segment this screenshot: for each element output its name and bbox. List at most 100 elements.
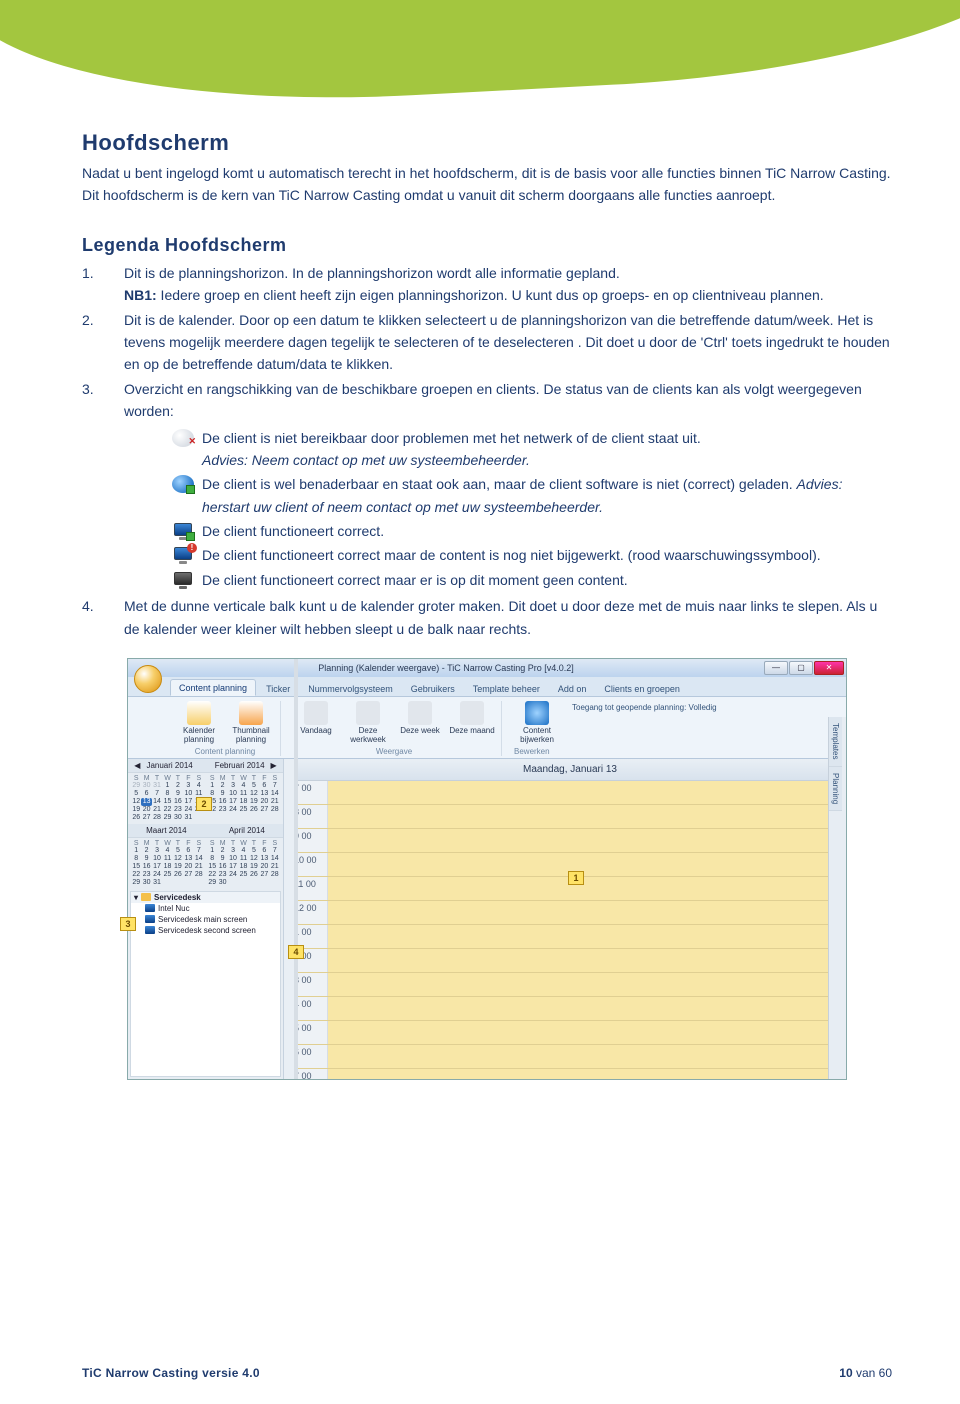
cal-month-label: Februari 2014 [215, 761, 265, 770]
app-screenshot: Planning (Kalender weergave) - TiC Narro… [127, 658, 847, 1080]
legend-item-1: 1. Dit is de planningshorizon. In de pla… [82, 262, 892, 307]
ribbon-group-label: Weergave [376, 747, 412, 756]
legend-text: Dit is de planningshorizon. In de planni… [124, 265, 620, 281]
monitor-icon [145, 904, 155, 912]
app-title: Planning (Kalender weergave) - TiC Narro… [128, 663, 764, 673]
ribbon-btn-thumbnail[interactable]: Thumbnail planning [228, 701, 274, 745]
legend-item-3: 3. Overzicht en rangschikking van de bes… [82, 378, 892, 594]
status-text: De client functioneert correct maar er i… [202, 572, 628, 588]
day-grid[interactable]: 7 008 009 0010 0011 0012 001 002 003 004… [294, 781, 846, 1079]
mini-calendar-mar[interactable]: SMTWTFS 12345678910111213141516171819202… [131, 840, 204, 887]
status-advice: Advies: Neem contact op met uw systeembe… [202, 452, 530, 468]
heading-legend: Legenda Hoofdscherm [82, 235, 892, 256]
monitor-icon [145, 915, 155, 923]
calendar-icon [187, 701, 211, 725]
status-text: De client functioneert correct maar de c… [202, 547, 821, 563]
tree-item[interactable]: Intel Nuc [131, 903, 280, 914]
mini-calendar-feb[interactable]: SMTWTFS 12345678910111213141516171819202… [207, 775, 280, 822]
window-minimize-button[interactable]: — [764, 661, 788, 675]
status-row: De client functioneert correct maar de c… [172, 544, 892, 566]
ribbon-tab-ticker[interactable]: Ticker [258, 681, 298, 696]
monitor-ok-icon [172, 522, 194, 540]
callout-badge-2: 2 [196, 797, 212, 811]
legend-text: Dit is de kalender. Door op een datum te… [124, 312, 890, 373]
legend-text: Met de dunne verticale balk kunt u de ka… [124, 598, 877, 636]
mini-calendar-jan[interactable]: SMTWTFS 29303112345678910111213141516171… [131, 775, 204, 822]
mini-calendar-apr[interactable]: SMTWTFS 12345678910111213141516171819202… [207, 840, 280, 887]
month-icon [460, 701, 484, 725]
globe-online-icon [172, 475, 194, 493]
status-row: De client is wel benaderbaar en staat oo… [172, 473, 892, 518]
day-header: Maandag, Januari 13 [294, 759, 846, 781]
ribbon-status-text: Toegang tot geopende planning: Volledig [570, 701, 717, 718]
ribbon-btn-werkweek[interactable]: Deze werkweek [345, 701, 391, 745]
ribbon-tab-nummer[interactable]: Nummervolgsysteem [300, 681, 401, 696]
sidebar-splitter[interactable] [294, 659, 298, 1079]
ribbon-tab-addon[interactable]: Add on [550, 681, 595, 696]
ribbon-tab-content-planning[interactable]: Content planning [170, 679, 256, 696]
ribbon-group-label: Bewerken [514, 747, 550, 756]
monitor-warn-icon [172, 546, 194, 564]
ribbon-tab-clients[interactable]: Clients en groepen [596, 681, 688, 696]
monitor-none-icon [172, 571, 194, 589]
ribbon-btn-content-bijwerken[interactable]: Content bijwerken [514, 701, 560, 745]
legend-item-4: 4. Met de dunne verticale balk kunt u de… [82, 595, 892, 640]
ribbon-tab-gebruikers[interactable]: Gebruikers [403, 681, 463, 696]
clients-tree[interactable]: ▾ Servicedesk Intel Nuc Servicedesk main … [130, 891, 281, 1077]
ribbon-btn-week[interactable]: Deze week [397, 701, 443, 745]
ribbon-group-bewerken: Content bijwerken Toegang tot geopende p… [508, 701, 842, 756]
intro-paragraph: Nadat u bent ingelogd komt u automatisch… [82, 162, 892, 207]
window-close-button[interactable]: ✕ [814, 661, 844, 675]
window-maximize-button[interactable]: ▢ [789, 661, 813, 675]
right-side-tabs: Templates Planning [828, 717, 846, 1079]
legend-item-2: 2. Dit is de kalender. Door op een datum… [82, 309, 892, 376]
today-icon [304, 701, 328, 725]
ribbon-btn-vandaag[interactable]: Vandaag [293, 701, 339, 745]
cal-prev-button[interactable]: ◀ [134, 761, 140, 770]
callout-badge-1: 1 [568, 871, 584, 885]
ribbon-tabs: Content planning Ticker Nummervolgsystee… [128, 677, 846, 697]
office-orb-icon[interactable] [134, 665, 162, 693]
tree-root-label: Servicedesk [154, 893, 201, 902]
cal-month-label: Januari 2014 [146, 761, 192, 770]
globe-offline-icon [172, 429, 194, 447]
legend-text: Overzicht en rangschikking van de beschi… [124, 381, 862, 419]
footer-page: 10 van 60 [839, 1366, 892, 1380]
ribbon-group-label: Content planning [195, 747, 256, 756]
status-row: De client functioneert correct. [172, 520, 892, 542]
cal-next-button[interactable]: ▶ [271, 761, 277, 770]
ribbon-group-weergave: Vandaag Deze werkweek Deze week Deze maa… [287, 701, 502, 756]
legend-nb-text: Iedere groep en client heeft zijn eigen … [157, 287, 824, 303]
legend-num: 1. [82, 262, 124, 307]
cal-month-label: Maart 2014 [146, 826, 186, 835]
tree-item[interactable]: Servicedesk main screen [131, 914, 280, 925]
week-icon [408, 701, 432, 725]
calendar-nav-2: Maart 2014 April 2014 [128, 824, 283, 838]
callout-badge-3: 3 [120, 917, 136, 931]
side-tab-templates[interactable]: Templates [829, 717, 842, 766]
ribbon-btn-kalender[interactable]: Kalender planning [176, 701, 222, 745]
legend-num: 2. [82, 309, 124, 376]
monitor-icon [145, 926, 155, 934]
workweek-icon [356, 701, 380, 725]
cal-month-label: April 2014 [229, 826, 265, 835]
ribbon-btn-maand[interactable]: Deze maand [449, 701, 495, 745]
status-row: De client functioneert correct maar er i… [172, 569, 892, 591]
ribbon-tab-template[interactable]: Template beheer [465, 681, 548, 696]
app-titlebar: Planning (Kalender weergave) - TiC Narro… [128, 659, 846, 677]
legend-num: 3. [82, 378, 124, 594]
calendar-nav: ◀ Januari 2014 Februari 2014 ▶ [128, 759, 283, 773]
status-text: De client is wel benaderbaar en staat oo… [202, 476, 797, 492]
callout-badge-4: 4 [288, 945, 304, 959]
side-tab-planning[interactable]: Planning [829, 767, 842, 811]
legend-list: 1. Dit is de planningshorizon. In de pla… [82, 262, 892, 640]
main-planning-area: Maandag, Januari 13 7 008 009 0010 0011 … [294, 759, 846, 1079]
footer-version: TiC Narrow Casting versie 4.0 [82, 1366, 260, 1380]
tree-expand-icon[interactable]: ▾ [134, 893, 138, 902]
thumbnail-icon [239, 701, 263, 725]
status-text: De client is niet bereikbaar door proble… [202, 430, 701, 446]
tree-item[interactable]: Servicedesk second screen [131, 925, 280, 936]
legend-nb-label: NB1: [124, 287, 157, 303]
heading-main: Hoofdscherm [82, 130, 892, 156]
status-row: De client is niet bereikbaar door proble… [172, 427, 892, 472]
